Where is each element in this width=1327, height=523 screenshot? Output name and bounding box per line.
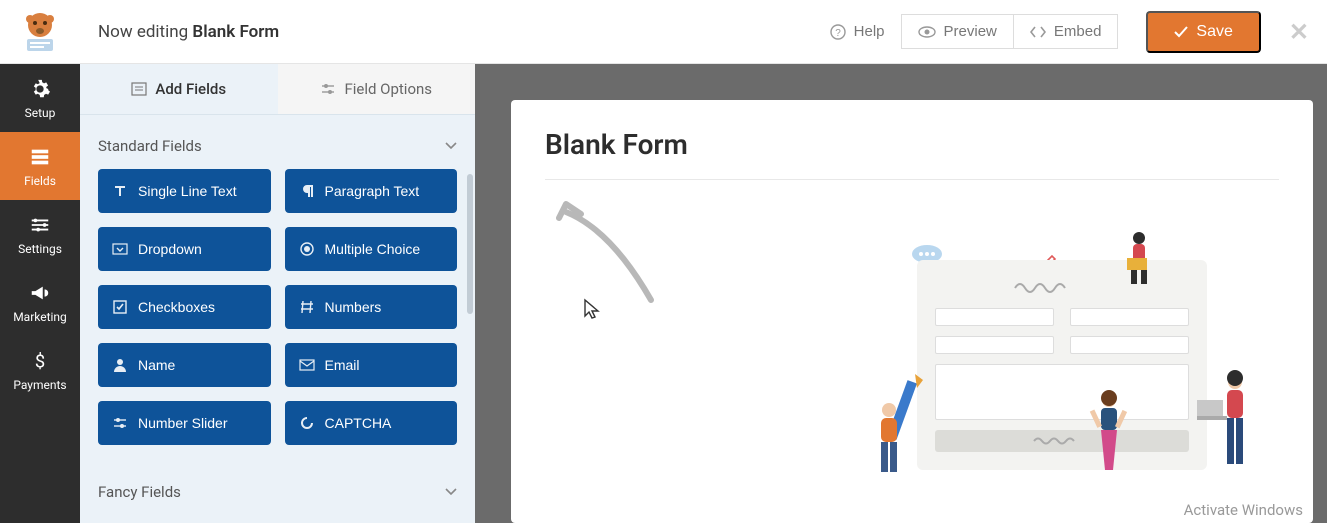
field-captcha[interactable]: CAPTCHA <box>285 401 458 445</box>
dropdown-icon <box>112 241 128 257</box>
form-icon <box>29 146 51 168</box>
panel-scrollbar[interactable] <box>467 174 473 314</box>
svg-text:?: ? <box>835 28 841 39</box>
add-fields-icon <box>131 82 147 96</box>
person-pencil-icon <box>867 370 931 480</box>
canvas-wrap: Blank Form <box>475 64 1327 523</box>
gear-icon <box>29 78 51 100</box>
field-email[interactable]: Email <box>285 343 458 387</box>
empty-form-illustration <box>857 230 1277 510</box>
top-header: Now editing Blank Form ? Help Preview Em… <box>0 0 1327 64</box>
standard-fields-heading[interactable]: Standard Fields <box>98 129 457 169</box>
preview-button[interactable]: Preview <box>901 14 1014 49</box>
field-number-slider[interactable]: Number Slider <box>98 401 271 445</box>
watermark-text: Activate Windows <box>1184 501 1303 519</box>
field-name[interactable]: Name <box>98 343 271 387</box>
wpforms-logo <box>0 9 80 55</box>
nav-marketing[interactable]: Marketing <box>0 268 80 336</box>
user-icon <box>112 357 128 373</box>
main-area: Add Fields Field Options Standard Fields… <box>80 64 1327 523</box>
form-canvas[interactable]: Blank Form <box>511 100 1313 523</box>
fancy-fields-heading[interactable]: Fancy Fields <box>98 475 457 515</box>
save-button[interactable]: Save <box>1146 11 1260 53</box>
fields-panel: Add Fields Field Options Standard Fields… <box>80 64 475 523</box>
paragraph-icon <box>299 183 315 199</box>
chevron-down-icon <box>445 142 457 150</box>
tab-add-fields[interactable]: Add Fields <box>80 64 278 114</box>
field-checkboxes[interactable]: Checkboxes <box>98 285 271 329</box>
nav-payments[interactable]: $ Payments <box>0 336 80 404</box>
form-illustration-card <box>917 260 1207 470</box>
left-nav: Setup Fields Settings Marketing $ Paymen… <box>0 64 80 523</box>
hint-arrow <box>551 200 671 310</box>
hash-icon <box>299 299 315 315</box>
slider-icon <box>112 415 128 431</box>
editing-title: Now editing Blank Form <box>98 22 279 42</box>
nav-fields[interactable]: Fields <box>0 132 80 200</box>
options-icon <box>320 82 336 96</box>
canvas-divider <box>545 179 1279 180</box>
field-multiple-choice[interactable]: Multiple Choice <box>285 227 458 271</box>
radio-icon <box>299 241 315 257</box>
nav-settings[interactable]: Settings <box>0 200 80 268</box>
checkbox-icon <box>112 299 128 315</box>
embed-button[interactable]: Embed <box>1014 14 1119 49</box>
svg-text:$: $ <box>35 351 45 372</box>
person-sitting-icon <box>1117 230 1161 290</box>
help-button[interactable]: ? Help <box>814 15 901 48</box>
megaphone-icon <box>29 282 51 304</box>
eye-icon <box>918 26 936 38</box>
sliders-icon <box>29 214 51 236</box>
field-numbers[interactable]: Numbers <box>285 285 458 329</box>
envelope-icon <box>299 357 315 373</box>
help-icon: ? <box>830 24 846 40</box>
person-laptop-icon <box>1197 370 1257 480</box>
captcha-icon <box>299 415 315 431</box>
chevron-down-icon <box>445 488 457 496</box>
tab-field-options[interactable]: Field Options <box>278 64 476 114</box>
field-single-line-text[interactable]: Single Line Text <box>98 169 271 213</box>
dollar-icon: $ <box>29 350 51 372</box>
person-waving-icon <box>1089 390 1129 480</box>
code-icon <box>1030 26 1046 38</box>
canvas-title: Blank Form <box>545 128 1279 161</box>
nav-setup[interactable]: Setup <box>0 64 80 132</box>
field-paragraph-text[interactable]: Paragraph Text <box>285 169 458 213</box>
check-icon <box>1174 26 1188 38</box>
field-dropdown[interactable]: Dropdown <box>98 227 271 271</box>
text-icon <box>112 183 128 199</box>
cursor-icon <box>583 298 601 320</box>
close-button[interactable]: ✕ <box>1279 18 1319 46</box>
